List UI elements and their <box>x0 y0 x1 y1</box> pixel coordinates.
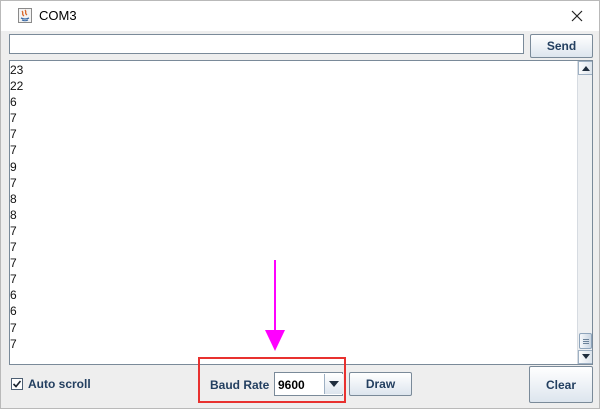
annotation-highlight-box <box>198 357 346 403</box>
output-line: 6 <box>10 288 17 303</box>
output-line: 8 <box>10 191 17 206</box>
thumb-grip <box>583 341 589 342</box>
output-line: 7 <box>10 223 17 238</box>
autoscroll-checkbox[interactable] <box>11 378 23 390</box>
clear-button[interactable]: Clear <box>529 366 593 403</box>
output-line: 7 <box>10 320 17 335</box>
output-line: 23 <box>10 63 24 77</box>
output-line: 7 <box>10 127 17 142</box>
thumb-grip <box>583 343 589 344</box>
output-line: 22 <box>10 79 24 94</box>
output-line: 7 <box>10 336 17 351</box>
output-line: 7 <box>10 256 17 271</box>
close-button[interactable] <box>562 3 592 29</box>
serial-monitor-window: COM3 Send 23 22 6 7 7 7 9 7 8 8 7 7 7 7 6 6 7 7 <box>0 0 600 409</box>
output-line: 8 <box>10 207 17 222</box>
send-input[interactable] <box>9 34 524 54</box>
window-content: Send 23 22 6 7 7 7 9 7 8 8 7 7 7 7 6 6 7 7 <box>1 31 599 408</box>
output-line: 6 <box>10 95 17 110</box>
annotation-arrow-icon <box>265 260 285 351</box>
window-title: COM3 <box>39 8 77 23</box>
output-line: 7 <box>10 272 17 287</box>
close-icon <box>571 10 583 22</box>
scroll-thumb[interactable] <box>579 333 592 349</box>
thumb-grip <box>583 339 589 340</box>
autoscroll-label: Auto scroll <box>28 377 91 391</box>
output-line: 6 <box>10 304 17 319</box>
output-line: 7 <box>10 175 17 190</box>
scroll-down-button[interactable] <box>578 350 592 364</box>
output-lines: 23 22 6 7 7 7 9 7 8 8 7 7 7 7 6 6 7 7 <box>10 62 576 352</box>
send-button[interactable]: Send <box>530 34 593 58</box>
arrow-up-icon <box>582 66 590 71</box>
output-line: 7 <box>10 111 17 126</box>
checkmark-icon <box>12 380 22 388</box>
title-bar: COM3 <box>1 1 599 31</box>
vertical-scrollbar[interactable] <box>577 61 592 364</box>
scroll-up-button[interactable] <box>578 61 592 75</box>
java-app-icon <box>18 8 32 23</box>
output-line: 7 <box>10 143 17 158</box>
arrow-down-icon <box>582 354 590 359</box>
serial-output-area[interactable]: 23 22 6 7 7 7 9 7 8 8 7 7 7 7 6 6 7 7 <box>9 60 593 365</box>
output-line: 9 <box>10 159 17 174</box>
draw-button[interactable]: Draw <box>349 372 412 396</box>
output-line: 7 <box>10 240 17 255</box>
autoscroll-toggle[interactable]: Auto scroll <box>11 377 91 391</box>
